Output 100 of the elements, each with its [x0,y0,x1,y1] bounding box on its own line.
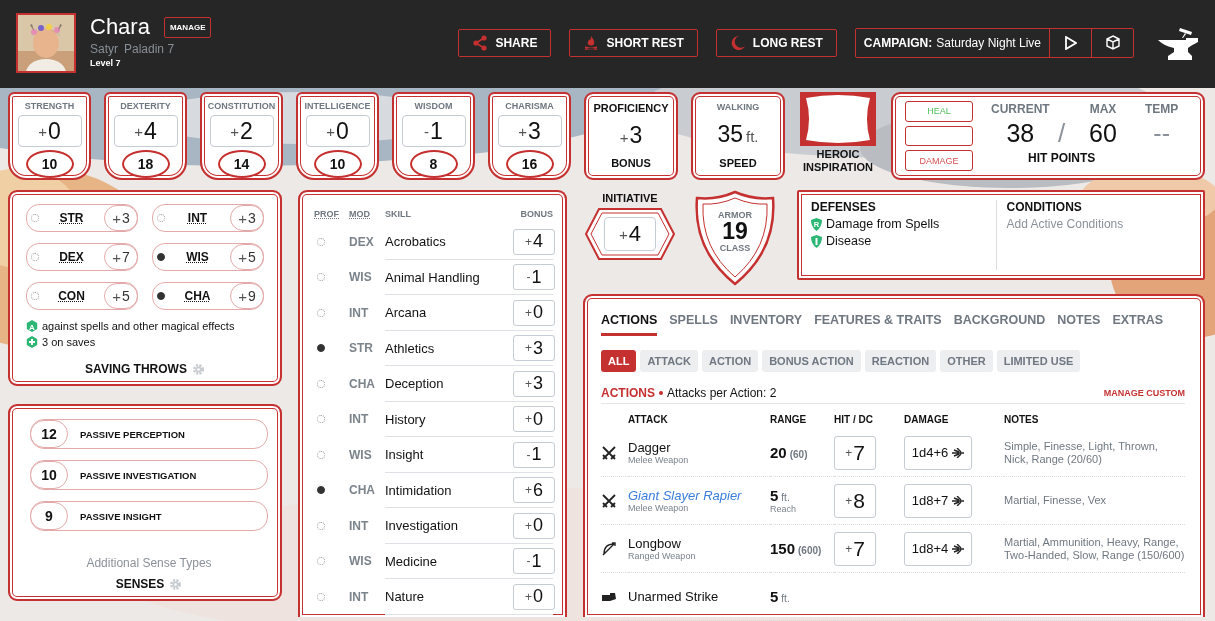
filter-chip[interactable]: ALL [601,350,637,372]
skill-name[interactable]: Insight [385,447,424,463]
defense-text[interactable]: Disease [826,234,872,248]
filter-chip[interactable]: BONUS ACTION [762,350,861,372]
long-rest-button[interactable]: LONG REST [715,28,837,57]
race-text: Satyr [90,42,118,56]
tab[interactable]: EXTRAS [1112,310,1164,336]
hit-points-title: HIT POINTS [1028,151,1096,165]
filter-chip[interactable]: ACTION [702,350,759,372]
manage-button[interactable]: MANAGE [163,16,212,38]
skill-bonus[interactable]: -1 [513,441,555,468]
defenses-title: DEFENSES [811,200,877,214]
initiative-value[interactable]: +4 [604,217,656,251]
plus-icon [26,336,38,348]
ability-score: 8 [409,150,458,178]
attack-name[interactable]: Unarmed Strike [628,589,719,604]
hit-bonus[interactable]: +7 [834,531,876,566]
skill-name[interactable]: Investigation [385,518,458,534]
armor-sublabel: CLASS [719,243,751,253]
skill-name[interactable]: Animal Handling [385,269,480,285]
skill-bonus[interactable]: +4 [513,228,555,255]
hit-bonus[interactable]: +8 [834,483,876,518]
hp-input-field[interactable] [905,125,973,147]
column-header: SKILL [385,209,412,219]
ability-modifier[interactable]: +0 [305,115,370,147]
skill-name[interactable]: Intimidation [385,482,452,498]
skill-bonus[interactable]: +3 [513,370,555,397]
immunity-icon [811,234,822,248]
skill-bonus[interactable]: +0 [513,512,555,539]
passive-sense: 12 PASSIVE PERCEPTION [30,419,268,449]
skill-bonus[interactable]: +3 [513,335,555,362]
save-note: against spells and other magical effects [42,320,235,332]
ability-score: 10 [313,150,362,178]
skill-name[interactable]: Nature [385,589,425,605]
skill-bonus[interactable]: -1 [513,264,555,291]
tab[interactable]: NOTES [1057,310,1101,336]
inspiration-label: HEROIC INSPIRATION [801,148,875,175]
skill-ability: WIS [349,270,373,285]
tab[interactable]: INVENTORY [729,310,803,336]
damage-button[interactable]: DAMAGE [905,150,973,171]
skill-bonus[interactable]: +6 [513,477,555,504]
tab[interactable]: BACKGROUND [953,310,1046,336]
defense-text[interactable]: Damage from Spells [826,217,940,231]
damage-roll[interactable]: 1d8+7 [904,483,972,518]
skill-name[interactable]: Deception [385,376,444,392]
current-hp[interactable]: 38 [1006,118,1035,148]
play-icon [1064,35,1077,50]
tab[interactable]: ACTIONS [601,310,658,336]
column-header: NOTES [1004,413,1040,427]
passive-sense: 10 PASSIVE INVESTIGATION [30,460,268,490]
hit-bonus[interactable]: +7 [834,435,876,470]
attack-range: 5 ft. [770,588,791,605]
piercing-icon [952,543,965,554]
filter-chip[interactable]: ATTACK [640,350,698,372]
attack-name[interactable]: Giant Slayer Rapier [628,488,742,503]
filter-chip[interactable]: LIMITED USE [996,350,1081,372]
ability-modifier[interactable]: -1 [401,115,466,147]
damage-roll[interactable]: 1d8+4 [904,531,972,566]
ability-modifier[interactable]: +4 [113,115,178,147]
tab[interactable]: FEATURES & TRAITS [814,310,942,336]
anvil-icon [1156,26,1200,62]
ability-score: 16 [505,150,554,178]
column-header: PROF [314,209,340,219]
damage-roll[interactable]: 1d4+6 [904,435,972,470]
manage-custom-link[interactable]: MANAGE CUSTOM [1103,388,1185,398]
skill-ability: WIS [349,554,373,569]
max-hp: 60 [1089,118,1117,148]
armor-class-value: 19 [722,220,748,243]
inspiration-toggle[interactable] [800,92,876,146]
tab[interactable]: SPELLS [669,310,718,336]
skill-name[interactable]: Medicine [385,553,438,569]
skill-ability: INT [349,412,370,427]
attack-type: Ranged Weapon [628,551,697,561]
ability-modifier[interactable]: +2 [209,115,274,147]
attacks-per-action: Attacks per Action: 2 [667,386,777,400]
save-note: 3 on saves [42,336,96,348]
attack-name[interactable]: Dagger [628,440,671,455]
filter-chip[interactable]: REACTION [864,350,937,372]
attack-type: Melee Weapon [628,455,690,465]
short-rest-button[interactable]: SHORT REST [569,28,698,57]
ability-name: WISDOM [414,101,453,111]
column-header: BONUS [520,209,553,219]
skill-name[interactable]: Athletics [385,340,435,356]
moon-icon [729,34,746,51]
skill-name[interactable]: History [385,411,426,427]
attack-type: Melee Weapon [628,503,690,513]
skill-name[interactable]: Acrobatics [385,234,446,250]
ability-modifier[interactable]: +3 [497,115,562,147]
skill-bonus[interactable]: +0 [513,583,555,610]
panel-title: SAVING THROWS [85,362,187,376]
attack-notes: Martial, Finesse, Vex [1004,494,1108,507]
attack-name[interactable]: Longbow [628,536,681,551]
ability-modifier[interactable]: +0 [17,115,82,147]
skill-bonus[interactable]: +0 [513,406,555,433]
skill-bonus[interactable]: -1 [513,548,555,575]
share-button[interactable]: SHARE [458,28,552,57]
attack-notes: Martial, Ammunition, Heavy, Range, Two-Handed, Slow, Range (150/600) [1004,535,1185,562]
skill-name[interactable]: Arcana [385,305,427,321]
skill-bonus[interactable]: +0 [513,299,555,326]
filter-chip[interactable]: OTHER [940,350,993,372]
